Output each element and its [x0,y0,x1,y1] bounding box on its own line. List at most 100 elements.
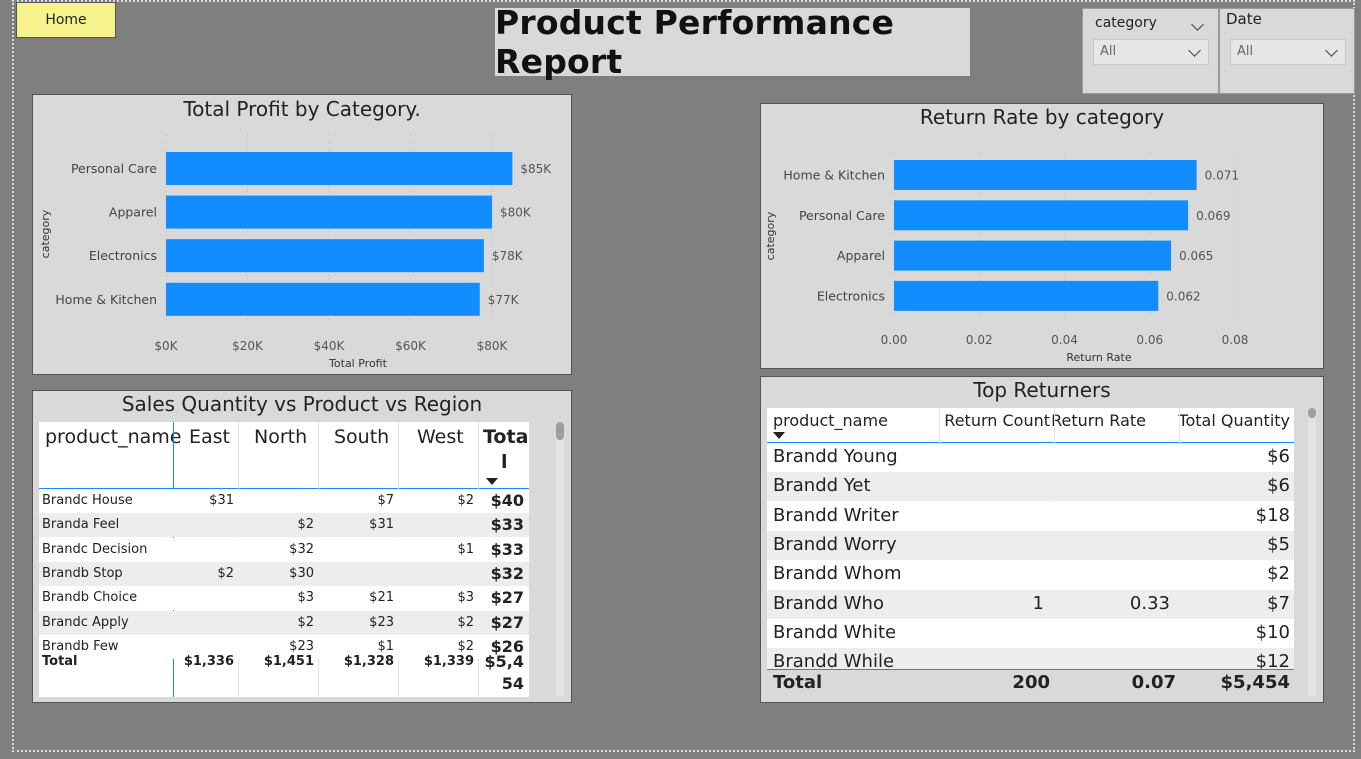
profit-x-tick-label: $80K [477,339,509,353]
sales-matrix-card: Sales Quantity vs Product vs Region prod… [32,390,572,703]
returners-header-qty[interactable]: Total Quantity [1178,411,1290,430]
profit-bar[interactable] [166,239,484,273]
returners-row[interactable]: Brandd Young $6 [767,443,1294,472]
matrix-cell-north: $32 [289,541,314,557]
category-dropdown[interactable]: All [1093,39,1209,65]
matrix-row[interactable]: Brandc Decision $32 $1 $33 [39,537,529,562]
returners-cell-count: 1 [1032,592,1044,614]
return-y-axis-label: category [764,211,777,260]
matrix-cell-total: $40 [490,491,524,510]
home-button[interactable]: Home [16,2,116,38]
matrix-cell-west: $1 [457,541,474,557]
return-rate-chart-card: Return Rate by category 0.00 0.02 0.04 0.06… [760,103,1324,369]
matrix-header-south[interactable]: South [334,426,389,448]
returners-product-name: Brandd Whom [773,563,902,585]
returners-total-label: Total [773,672,823,693]
returners-row[interactable]: Brandd Writer $18 [767,501,1294,531]
profit-bar[interactable] [166,195,492,229]
date-dropdown-value: All [1237,44,1254,59]
returners-cell-qty: $12 [1255,651,1290,669]
returners-total-rate: 0.07 [1131,672,1176,693]
matrix-cell-total: $33 [490,539,524,559]
return-rate-data-label: 0.062 [1166,289,1200,303]
chevron-down-icon [1188,44,1201,57]
returners-scroll-thumb[interactable] [1308,408,1316,418]
profit-bar[interactable] [166,282,480,316]
returners-row[interactable]: Brandd White $10 [767,618,1294,648]
matrix-product-name: Brandc Apply [42,614,129,630]
matrix-header-row: product_name East North South West Tota … [39,422,529,489]
returners-header-count[interactable]: Return Count [944,411,1050,430]
return-rate-bar[interactable] [894,200,1189,231]
returners-cell-rate: 0.33 [1129,592,1170,614]
return-rate-bar[interactable] [894,280,1159,311]
sort-desc-icon[interactable] [773,432,785,439]
profit-bar-chart: $0K $20K $40K $60K $80K Personal Care $85K App… [39,135,552,370]
matrix-cell-east: $2 [217,565,234,581]
profit-category-label: Apparel [109,205,157,220]
returners-cell-qty: $2 [1267,563,1290,585]
return-rate-data-label: 0.071 [1205,169,1239,183]
return-rate-x-tick-label: 0.08 [1222,333,1249,347]
matrix-product-name: Brandb Stop [42,565,123,581]
return-rate-data-label: 0.069 [1196,209,1230,223]
returners-row[interactable]: Brandd Who 1 0.33 $7 [767,589,1294,619]
matrix-header-total[interactable]: Tota [483,426,528,448]
matrix-header-east[interactable]: East [189,426,230,448]
returners-product-name: Brandd Yet [773,475,871,497]
matrix-cell-south: $7 [377,493,394,508]
returners-cell-qty: $18 [1255,504,1290,526]
return-rate-category-label: Apparel [837,248,885,263]
returners-row[interactable]: Brandd While $12 [767,648,1294,669]
date-dropdown[interactable]: All [1230,39,1346,65]
matrix-scrollbar[interactable] [556,422,564,697]
matrix-product-name: Branda Feel [42,517,120,533]
returners-header-product[interactable]: product_name [773,411,888,430]
matrix-cell-north: $2 [297,517,314,533]
matrix-cell-west: $2 [457,493,474,508]
sort-desc-icon[interactable] [486,478,498,485]
matrix-product-name: Brandb Choice [42,590,138,606]
matrix-row[interactable]: Brandb Choice $3 $21 $3 $27 [39,586,529,611]
sales-matrix: product_name East North South West Tota … [39,422,529,697]
matrix-row[interactable]: Brandc Apply $2 $23 $2 $27 [39,610,529,635]
matrix-cell-north: $3 [297,590,314,606]
matrix-header-west[interactable]: West [417,426,464,448]
date-slicer[interactable]: Date All [1219,8,1355,94]
returners-row[interactable]: Brandd Whom $2 [767,560,1294,590]
report-title: Product Performance Report [495,3,895,81]
matrix-row[interactable]: Branda Feel $2 $31 $33 [39,513,529,538]
matrix-cell-south: $31 [369,517,394,533]
return-rate-category-label: Personal Care [799,208,885,223]
return-rate-x-tick-label: 0.02 [966,333,993,347]
matrix-row[interactable]: Brandc House $31 $7 $2 $40 [39,489,529,513]
returners-cell-qty: $6 [1267,446,1290,467]
returners-product-name: Brandd Writer [773,504,899,526]
profit-category-label: Electronics [89,248,157,263]
matrix-header-product[interactable]: product_name [45,426,181,448]
matrix-cell-east: $31 [209,493,234,508]
chevron-down-icon [1325,44,1338,57]
category-slicer-label: category [1095,15,1157,31]
profit-bar[interactable] [166,152,513,185]
returners-row[interactable]: Brandd Yet $6 [767,472,1294,502]
category-slicer[interactable]: category All [1082,8,1219,94]
date-slicer-label: Date [1226,10,1262,28]
matrix-cell-total: $27 [490,588,524,608]
return-rate-bar[interactable] [894,160,1197,190]
returners-cell-qty: $6 [1267,475,1290,497]
matrix-header-north[interactable]: North [254,426,307,448]
return-rate-x-tick-label: 0.00 [881,333,908,347]
matrix-cell-total: $32 [490,563,524,583]
matrix-row[interactable]: Brandb Stop $2 $30 $32 [39,561,529,586]
return-rate-x-tick-label: 0.04 [1051,333,1078,347]
returners-row[interactable]: Brandd Worry $5 [767,530,1294,560]
matrix-cell-south: $21 [369,590,394,606]
returners-scrollbar[interactable] [1308,408,1316,698]
returners-header-rate[interactable]: Return Rate [1051,411,1146,430]
returners-product-name: Brandd White [773,621,897,643]
matrix-scroll-thumb[interactable] [556,422,564,440]
returners-cell-qty: $10 [1255,621,1290,643]
chevron-down-icon[interactable] [1191,18,1204,31]
return-rate-bar[interactable] [894,240,1172,271]
